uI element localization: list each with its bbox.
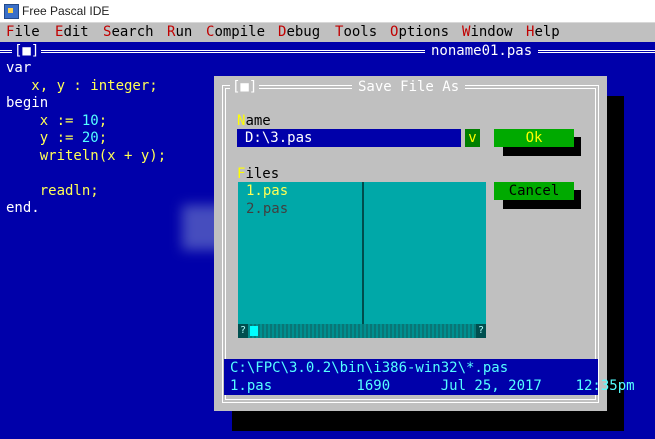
editor-close-button[interactable]: [■]: [12, 42, 42, 60]
menu-item-label: ools: [343, 24, 378, 40]
code-token: var: [6, 60, 32, 76]
history-dropdown-button[interactable]: v: [465, 129, 480, 147]
menu-item[interactable]: Options: [390, 24, 449, 40]
menu-item[interactable]: Debug: [278, 24, 320, 40]
code-token: 10: [81, 112, 99, 129]
code-token: x, y : integer;: [6, 77, 158, 94]
info-path: C:\FPC\3.0.2\bin\i386-win32\*.pas: [230, 360, 509, 376]
files-list-column-divider: [362, 182, 364, 324]
menu-item[interactable]: Search: [103, 24, 154, 40]
code-line: end.: [6, 200, 166, 218]
code-token: 20: [81, 130, 99, 146]
code-line: x, y : integer;: [6, 78, 166, 96]
list-item[interactable]: 1.pas: [246, 182, 288, 200]
code-line: readln;: [6, 183, 166, 201]
code-token: x :=: [6, 112, 82, 129]
ok-button[interactable]: Ok: [494, 129, 574, 147]
code-token: readln;: [6, 182, 99, 199]
file-info-panel: C:\FPC\3.0.2\bin\i386-win32\*.pas 1.pas …: [224, 359, 635, 395]
files-list[interactable]: 1.pas 2.pas: [238, 182, 486, 324]
menu-item[interactable]: Compile: [206, 24, 265, 40]
code-token: y :=: [6, 130, 82, 146]
files-label-text: iles: [245, 166, 280, 182]
code-token: ;: [98, 112, 108, 129]
editor-frame-top: [■] noname01.pas: [0, 42, 655, 60]
files-horizontal-scrollbar[interactable]: ? ?: [238, 324, 486, 338]
save-file-dialog: [■] Save File As Name D:\3.pas v Ok File…: [214, 76, 635, 411]
menu-item[interactable]: Tools: [335, 24, 377, 40]
editor-title: noname01.pas: [425, 42, 539, 60]
menu-item-label: ebug: [286, 24, 321, 40]
code-token: begin: [6, 95, 49, 111]
code-editor[interactable]: var x, y : integer; begin x := 10; y := 2…: [6, 60, 166, 218]
menu-item-label: ompile: [214, 24, 266, 40]
code-token: writeln(x + y);: [6, 147, 167, 164]
menu-item-label: earch: [111, 24, 154, 40]
window-titlebar: Free Pascal IDE: [0, 0, 655, 23]
scrollbar-thumb[interactable]: [250, 326, 258, 336]
editor-frame-rule: [0, 50, 655, 53]
menu-item[interactable]: Window: [462, 24, 513, 40]
app-icon: [4, 4, 19, 19]
menu-bar: File Edit Search Run Compile Debug Tools Option…: [0, 23, 655, 42]
name-label: Name: [237, 113, 271, 129]
menu-item[interactable]: File: [6, 24, 40, 40]
menu-item-label: ile: [14, 24, 40, 40]
code-line: x := 10;: [6, 113, 166, 131]
files-label: Files: [237, 166, 279, 182]
menu-item[interactable]: Edit: [55, 24, 89, 40]
code-token: end.: [6, 200, 40, 216]
close-icon: [■]: [232, 79, 258, 95]
cancel-button[interactable]: Cancel: [494, 182, 574, 200]
scroll-right-arrow-icon[interactable]: ?: [476, 324, 486, 338]
window-title: Free Pascal IDE: [22, 4, 110, 18]
code-line: writeln(x + y);: [6, 148, 166, 166]
code-line: begin: [6, 95, 166, 113]
close-icon: [■]: [14, 43, 40, 59]
code-token: ;: [98, 130, 108, 146]
menu-item[interactable]: Help: [526, 24, 560, 40]
name-label-text: ame: [245, 113, 271, 129]
scroll-left-arrow-icon[interactable]: ?: [238, 324, 248, 338]
menu-item[interactable]: Run: [167, 24, 192, 40]
menu-item-label: ptions: [398, 24, 450, 40]
info-file-details: 1.pas 1690 Jul 25, 2017 12:35pm: [230, 378, 635, 394]
filename-input[interactable]: D:\3.pas: [237, 129, 461, 147]
menu-item-label: un: [175, 24, 193, 40]
menu-item-label: elp: [534, 24, 560, 40]
code-line: var: [6, 60, 166, 78]
menu-item-label: indow: [470, 24, 513, 40]
dialog-close-button[interactable]: [■]: [230, 78, 260, 96]
code-line: y := 20;: [6, 130, 166, 148]
dialog-title: Save File As: [352, 78, 466, 96]
menu-item-label: dit: [63, 24, 89, 40]
list-item[interactable]: 2.pas: [246, 200, 288, 218]
